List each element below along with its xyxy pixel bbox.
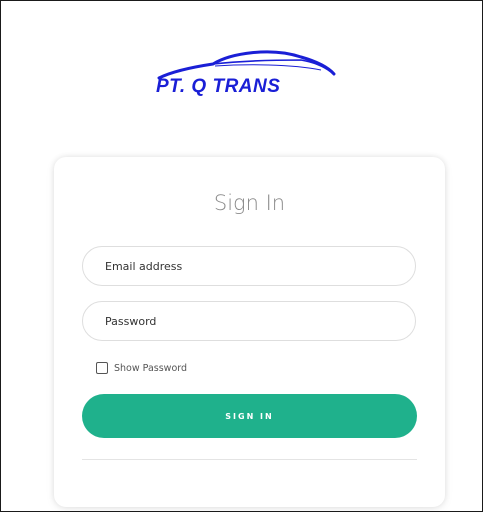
sign-in-button[interactable]: SIGN IN [82, 394, 417, 438]
show-password-label: Show Password [114, 362, 188, 374]
page-title: Sign In [213, 191, 286, 215]
brand-logo: PT. Q TRANS [151, 48, 336, 104]
show-password-toggle[interactable]: Show Password [96, 362, 187, 374]
show-password-checkbox[interactable] [96, 362, 108, 374]
divider [82, 459, 417, 460]
password-input[interactable] [105, 314, 415, 328]
page-frame: PT. Q TRANS Sign In Show Password SIGN I… [0, 0, 483, 512]
brand-name: PT. Q TRANS [156, 76, 281, 97]
password-field[interactable] [82, 301, 416, 341]
signin-card: Sign In Show Password SIGN IN [54, 157, 445, 507]
email-input[interactable] [105, 259, 415, 273]
email-field[interactable] [82, 246, 416, 286]
